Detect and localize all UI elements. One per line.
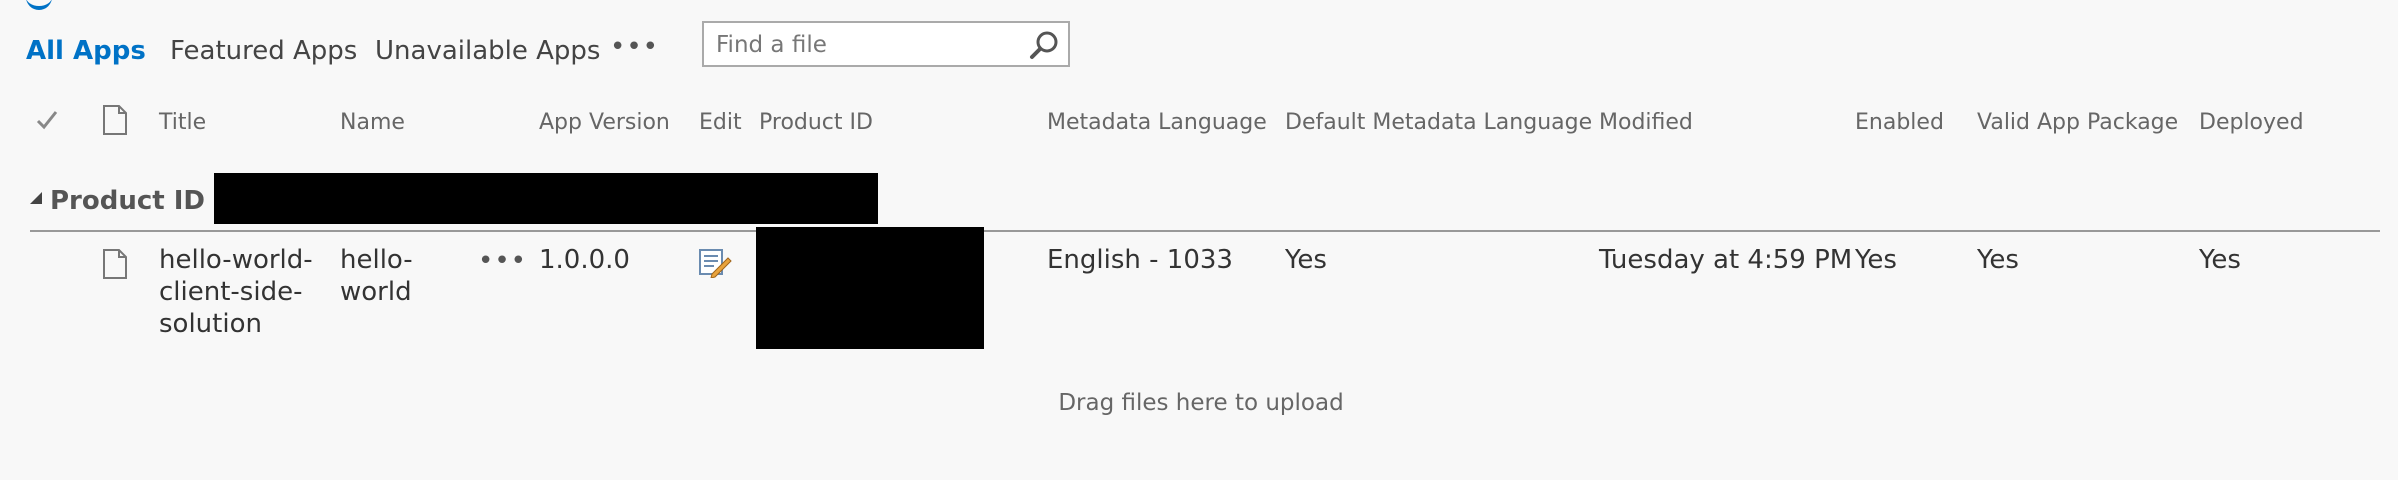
- row-enabled: Yes: [1855, 245, 1897, 275]
- col-metadata-language[interactable]: Metadata Language: [1047, 110, 1267, 135]
- upload-hint-text: Drag files here to upload: [1058, 390, 1344, 416]
- collapse-triangle-icon[interactable]: [30, 192, 42, 204]
- row-modified: Tuesday at 4:59 PM: [1599, 245, 1853, 275]
- row-deployed: Yes: [2199, 245, 2241, 275]
- edit-properties-icon[interactable]: [698, 248, 732, 278]
- app-catalog-page: All Apps Featured Apps Unavailable Apps …: [0, 0, 2398, 480]
- item-menu-button[interactable]: •••: [478, 246, 527, 276]
- row-app-version: 1.0.0.0: [539, 245, 630, 275]
- tab-all-apps[interactable]: All Apps: [26, 36, 146, 66]
- tab-featured-apps[interactable]: Featured Apps: [170, 36, 357, 66]
- col-name[interactable]: Name: [340, 110, 405, 135]
- col-edit[interactable]: Edit: [699, 110, 742, 135]
- file-icon: [103, 249, 127, 279]
- more-views-button[interactable]: •••: [610, 32, 659, 62]
- col-title[interactable]: Title: [159, 110, 206, 135]
- row-title-line: client-side-: [159, 277, 303, 307]
- row-valid-app-package: Yes: [1977, 245, 2019, 275]
- upload-drop-hint: Drag files here to upload: [0, 390, 2398, 416]
- col-enabled[interactable]: Enabled: [1855, 110, 1944, 135]
- select-all-check-icon[interactable]: [36, 108, 58, 132]
- row-name[interactable]: hello- world: [340, 244, 413, 308]
- row-name-line: hello-: [340, 245, 413, 275]
- col-default-metadata-language[interactable]: Default Metadata Language: [1285, 110, 1592, 135]
- col-valid-app-package[interactable]: Valid App Package: [1977, 110, 2178, 135]
- group-divider: [30, 230, 2380, 232]
- col-app-version[interactable]: App Version: [539, 110, 670, 135]
- magnifier-icon[interactable]: [1028, 29, 1060, 61]
- col-modified[interactable]: Modified: [1599, 110, 1693, 135]
- view-switcher: All Apps Featured Apps Unavailable Apps …: [0, 18, 2398, 78]
- row-title-line: solution: [159, 309, 262, 339]
- search-input[interactable]: [714, 29, 1018, 61]
- site-logo-fragment: [26, 0, 52, 10]
- file-type-icon: [103, 105, 127, 135]
- redacted-product-id-group-value: [214, 173, 878, 224]
- col-deployed[interactable]: Deployed: [2199, 110, 2304, 135]
- row-title-line: hello-world-: [159, 245, 313, 275]
- search-box: [702, 21, 1070, 67]
- row-default-metadata-language: Yes: [1285, 245, 1327, 275]
- row-title[interactable]: hello-world- client-side- solution: [159, 244, 313, 340]
- tab-unavailable-apps[interactable]: Unavailable Apps: [375, 36, 600, 66]
- row-name-line: world: [340, 277, 412, 307]
- col-product-id[interactable]: Product ID: [759, 110, 873, 135]
- group-label: Product ID :: [50, 186, 225, 216]
- redacted-product-id: [756, 227, 984, 349]
- row-metadata-language: English - 1033: [1047, 245, 1233, 275]
